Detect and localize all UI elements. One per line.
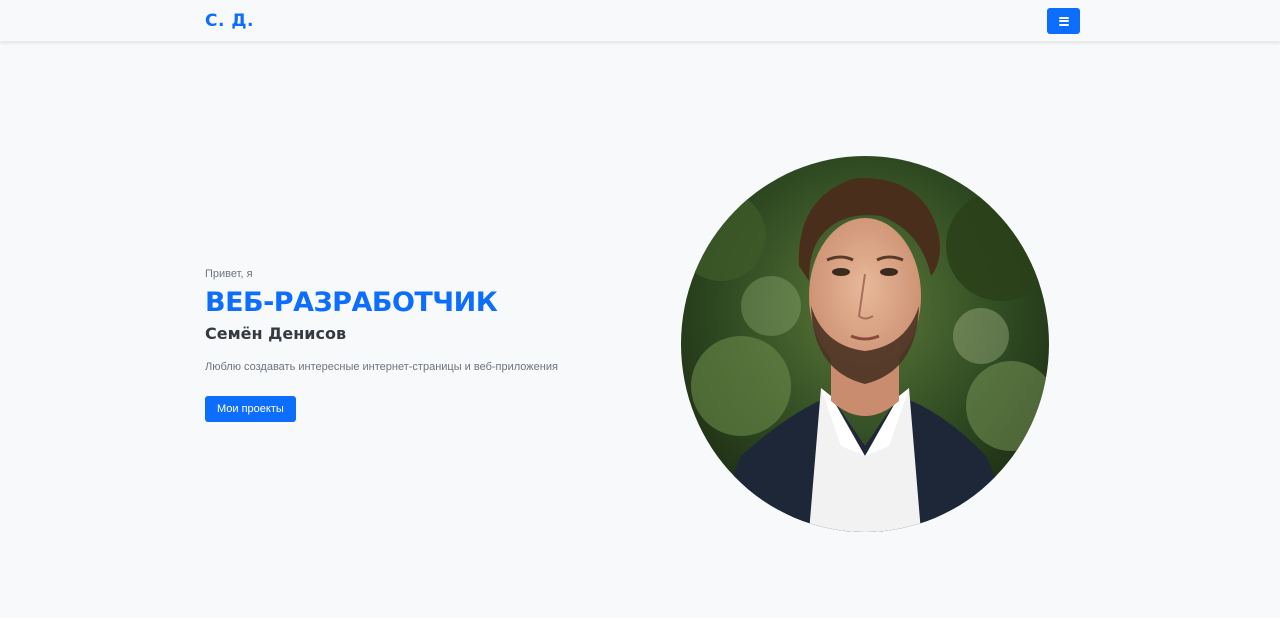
person-name: Семён Денисов — [205, 324, 347, 343]
greeting-text: Привет, я — [205, 268, 253, 280]
brand-logo[interactable]: С. Д. — [205, 11, 254, 31]
my-projects-button[interactable]: Мои проекты — [205, 396, 296, 422]
hero-intro: Привет, я ВЕБ-РАЗРАБОТЧИК Семён Денисов … — [205, 268, 625, 422]
menu-toggle-button[interactable] — [1047, 8, 1080, 34]
profile-photo — [681, 156, 1049, 532]
role-heading: ВЕБ-РАЗРАБОТЧИК — [205, 287, 498, 318]
tagline-text: Люблю создавать интересные интернет-стра… — [205, 361, 558, 373]
hamburger-icon — [1058, 16, 1069, 26]
navbar: С. Д. — [0, 0, 1280, 42]
